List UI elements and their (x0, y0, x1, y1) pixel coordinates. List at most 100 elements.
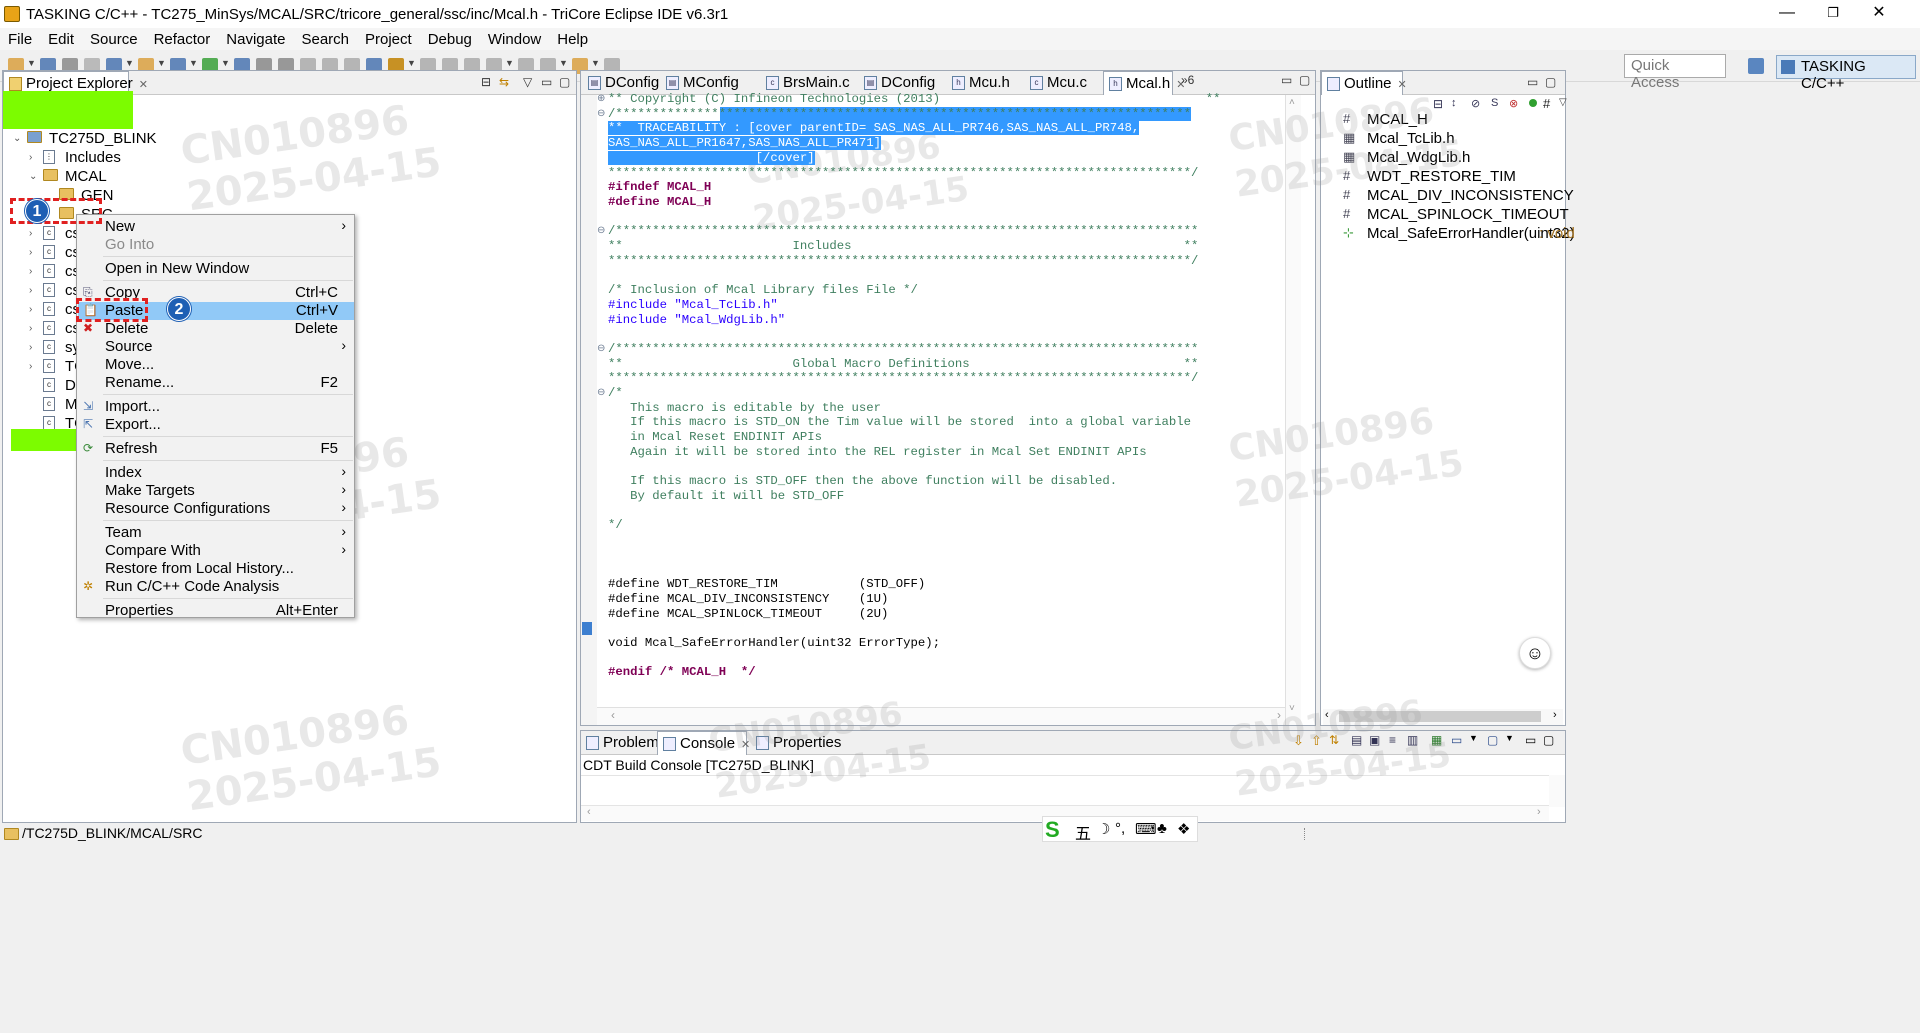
menu-edit[interactable]: Edit (40, 31, 82, 48)
code-line[interactable]: ****************************************… (608, 371, 1198, 386)
menu-navigate[interactable]: Navigate (218, 31, 293, 48)
code-line[interactable]: /* Inclusion of Mcal Library files File … (608, 283, 918, 298)
code-line[interactable]: #define MCAL_H (608, 195, 711, 210)
chevron-down-icon[interactable]: ▼ (559, 58, 568, 68)
pin-console-icon[interactable]: ▣ (1369, 733, 1380, 747)
code-line[interactable]: #endif /* MCAL_H */ (608, 665, 756, 680)
sogou-s-icon[interactable]: S (1045, 817, 1060, 843)
code-line[interactable]: ****************************************… (608, 166, 1198, 181)
chevron-down-icon[interactable]: ▼ (221, 58, 230, 68)
chevron-right-icon[interactable]: › (29, 285, 32, 296)
code-line[interactable]: ** TRACEABILITY : [cover parentID= SAS_N… (608, 121, 1140, 136)
skin-icon[interactable]: ♣ (1157, 820, 1167, 837)
chevron-right-icon[interactable]: › (29, 342, 32, 353)
code-line[interactable]: #include "Mcal_TcLib.h" (608, 298, 778, 313)
hide-static-icon[interactable]: S (1491, 97, 1498, 109)
chevron-down-icon[interactable]: ▼ (157, 58, 166, 68)
menu-window[interactable]: Window (480, 31, 549, 48)
new-console-icon[interactable]: ▢ (1487, 733, 1498, 747)
chevron-down-icon[interactable]: ▼ (591, 58, 600, 68)
hide-nonpublic-icon[interactable]: ⊗ (1509, 97, 1518, 110)
close-icon[interactable]: ✕ (139, 79, 148, 91)
menu-item-properties[interactable]: Properties Alt+Enter (78, 602, 354, 620)
menu-item-refresh[interactable]: ⟳ Refresh F5 (78, 440, 354, 458)
minimize-view-icon[interactable]: ▭ (1525, 733, 1536, 747)
code-line[interactable]: ****************************************… (608, 254, 1198, 269)
chevron-down-icon[interactable]: ▼ (407, 58, 416, 68)
quick-access-input[interactable]: Quick Access (1624, 54, 1726, 91)
menu-item-index[interactable]: Index › (78, 463, 354, 482)
code-line[interactable]: ** Global Macro Definitions ** (608, 357, 1198, 372)
display-selected-icon[interactable]: ▥ (1407, 733, 1418, 747)
maximize-button[interactable]: ❐ (1810, 0, 1856, 28)
chevron-down-icon[interactable]: ▼ (189, 58, 198, 68)
code-line[interactable]: If this macro is STD_ON the Tim value wi… (608, 415, 1191, 430)
close-icon[interactable]: ✕ (1398, 79, 1407, 91)
sort-icon[interactable]: ↕ (1451, 97, 1457, 109)
fold-expand-icon[interactable]: ⊕ (597, 93, 605, 104)
scroll-lock-icon[interactable]: ⇅ (1329, 733, 1339, 747)
open-perspective-icon[interactable] (1748, 58, 1764, 74)
ime-toolbar[interactable]: S 五 ☽ °, ⌨ ♣ ❖ (1042, 816, 1198, 844)
minimize-editor-icon[interactable]: ▭ (1281, 73, 1292, 87)
clear-console-icon[interactable]: ▤ (1351, 733, 1362, 747)
code-line[interactable]: /***************************************… (608, 224, 1198, 239)
fold-collapse-icon[interactable]: ⊖ (597, 225, 605, 236)
menu-item-export[interactable]: ⇱ Export... (78, 416, 354, 434)
group-macros-icon[interactable]: # (1543, 96, 1550, 111)
code-line[interactable]: [/cover] (608, 150, 815, 166)
collapse-all-icon[interactable]: ⊟ (1433, 97, 1443, 111)
code-line[interactable]: /* (608, 386, 623, 401)
code-line[interactable]: By default it will be STD_OFF (608, 489, 844, 504)
chevron-right-icon[interactable]: › (29, 247, 32, 258)
chevron-down-icon[interactable]: ▼ (505, 58, 514, 68)
perspective-tasking-button[interactable]: TASKING C/C++ (1776, 55, 1916, 92)
tab-overflow-button[interactable]: »6 (1181, 73, 1194, 87)
menu-item-rename[interactable]: Rename... F2 (78, 374, 354, 392)
maximize-view-icon[interactable]: ▢ (1543, 733, 1554, 747)
minimize-view-icon[interactable]: ▭ (541, 75, 552, 89)
chevron-down-icon[interactable]: ▼ (125, 58, 134, 68)
hide-fields-icon[interactable]: ⊘ (1471, 97, 1480, 110)
menu-item-new[interactable]: New › (78, 217, 354, 236)
fold-collapse-icon[interactable]: ⊖ (597, 387, 605, 398)
menu-project[interactable]: Project (357, 31, 420, 48)
menu-source[interactable]: Source (82, 31, 146, 48)
menu-item-move[interactable]: Move... (78, 356, 354, 374)
maximize-view-icon[interactable]: ▢ (559, 75, 570, 89)
code-line[interactable]: /***************************************… (608, 106, 1191, 122)
code-line[interactable]: This macro is editable by the user (608, 401, 881, 416)
collapse-all-icon[interactable]: ⊟ (481, 75, 491, 89)
toolbox-icon[interactable]: ❖ (1177, 820, 1190, 838)
moon-icon[interactable]: ☽ (1097, 820, 1110, 838)
ime-mode-label[interactable]: 五 (1075, 820, 1091, 844)
close-icon[interactable]: ✕ (741, 739, 750, 751)
assistant-avatar-icon[interactable]: ☺ (1519, 637, 1551, 669)
fold-collapse-icon[interactable]: ⊖ (597, 108, 605, 119)
link-editor-icon[interactable]: ⇆ (499, 75, 509, 89)
menu-file[interactable]: File (0, 31, 40, 48)
menu-item-delete[interactable]: ✖ Delete Delete (78, 320, 354, 338)
menu-item-restore-from-local-history[interactable]: Restore from Local History... (78, 560, 354, 578)
punctuation-icon[interactable]: °, (1115, 820, 1125, 837)
tab-console[interactable]: Console ✕ (657, 731, 750, 755)
tab-properties[interactable]: Properties (751, 731, 841, 755)
menu-item-source[interactable]: Source › (78, 337, 354, 356)
code-line[interactable]: */ (608, 518, 623, 533)
maximize-view-icon[interactable]: ▢ (1545, 75, 1556, 89)
chevron-right-icon[interactable]: › (29, 266, 32, 277)
menu-help[interactable]: Help (549, 31, 596, 48)
code-line[interactable]: #ifndef MCAL_H (608, 180, 711, 195)
chevron-right-icon[interactable]: › (29, 152, 32, 163)
view-menu-icon[interactable]: ▽ (1559, 97, 1567, 108)
menu-debug[interactable]: Debug (420, 31, 480, 48)
code-line[interactable]: #define WDT_RESTORE_TIM (STD_OFF) (608, 577, 925, 592)
menu-item-resource-configurations[interactable]: Resource Configurations › (78, 499, 354, 518)
view-menu-icon[interactable]: ▽ (523, 75, 532, 89)
editor-vertical-scrollbar[interactable]: ˄ ˅ (1285, 95, 1301, 725)
chevron-down-icon[interactable]: ▼ (27, 58, 36, 68)
minimize-view-icon[interactable]: ▭ (1527, 75, 1538, 89)
next-icon[interactable]: ⇩ (1293, 733, 1304, 749)
tab-outline[interactable]: Outline ✕ (1321, 71, 1407, 95)
chevron-down-icon[interactable]: ⌄ (13, 133, 21, 144)
